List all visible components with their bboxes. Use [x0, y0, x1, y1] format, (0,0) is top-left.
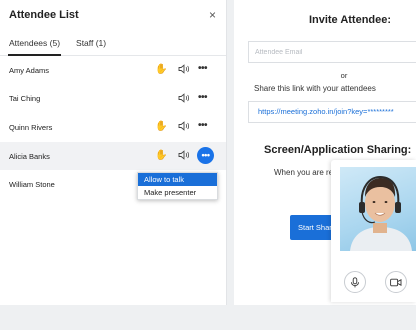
- share-link-label: Share this link with your attendees: [254, 84, 376, 93]
- more-options-icon[interactable]: •••: [198, 63, 208, 75]
- menu-item-allow-to-talk[interactable]: Allow to talk: [138, 173, 217, 186]
- attendee-panel-header: Attendee List ×: [0, 0, 226, 30]
- attendee-row[interactable]: Quinn Rivers ✋ •••: [0, 113, 226, 142]
- meeting-link-field[interactable]: https://meeting.zoho.in/join?key=*******…: [248, 101, 416, 123]
- participant-video: [340, 167, 416, 251]
- or-separator: or: [340, 71, 348, 80]
- tab-bar: Attendees (5) Staff (1): [0, 30, 226, 56]
- speaker-icon[interactable]: [178, 63, 190, 75]
- more-options-icon[interactable]: •••: [197, 146, 214, 164]
- attendee-panel: Attendee List × Attendees (5) Staff (1) …: [0, 0, 227, 305]
- video-camera-icon[interactable]: [385, 271, 407, 293]
- more-options-icon[interactable]: •••: [198, 92, 208, 104]
- tab-staff[interactable]: Staff (1): [76, 38, 106, 55]
- attendee-email-input[interactable]: [248, 41, 416, 63]
- speaker-icon[interactable]: [178, 120, 190, 132]
- more-options-icon[interactable]: •••: [198, 120, 208, 132]
- raised-hand-icon: ✋: [155, 149, 168, 161]
- speaker-icon[interactable]: [178, 149, 190, 161]
- attendee-row[interactable]: Amy Adams ✋ •••: [0, 56, 226, 85]
- screen-sharing-title: Screen/Application Sharing:: [264, 144, 412, 156]
- tab-attendees[interactable]: Attendees (5): [7, 38, 62, 56]
- raised-hand-icon: ✋: [155, 64, 168, 75]
- menu-item-make-presenter[interactable]: Make presenter: [138, 186, 217, 199]
- microphone-icon[interactable]: [344, 271, 366, 293]
- attendee-row[interactable]: Alicia Banks ✋ •••: [0, 141, 226, 171]
- attendee-context-menu: Allow to talk Make presenter: [137, 172, 218, 200]
- raised-hand-icon: ✋: [155, 121, 168, 133]
- video-tile: [331, 160, 416, 302]
- close-icon[interactable]: ×: [209, 9, 216, 21]
- speaker-icon[interactable]: [178, 92, 190, 104]
- attendee-row[interactable]: Tai Ching •••: [0, 85, 226, 114]
- invite-title: Invite Attendee:: [308, 14, 392, 26]
- panel-title: Attendee List: [9, 9, 79, 21]
- person-illustration: [350, 175, 412, 251]
